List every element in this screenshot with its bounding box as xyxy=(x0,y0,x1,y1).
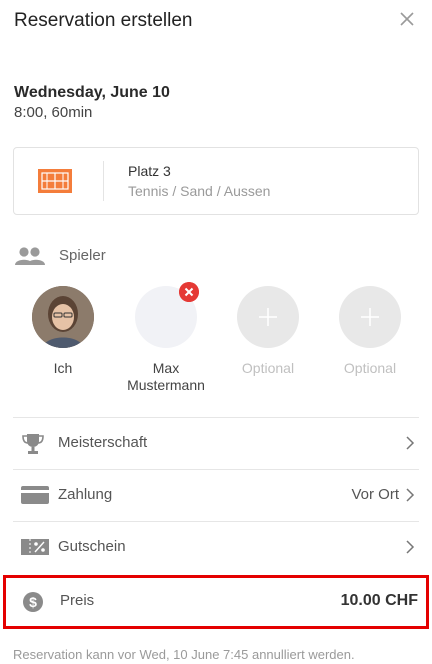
player-slot-optional[interactable]: Optional xyxy=(223,286,313,377)
players-label: Spieler xyxy=(59,247,106,264)
row-meisterschaft[interactable]: Meisterschaft xyxy=(13,417,419,469)
player-name: Ich xyxy=(53,360,73,376)
row-zahlung[interactable]: Zahlung Vor Ort xyxy=(13,469,419,521)
header: Reservation erstellen xyxy=(0,0,432,46)
player-name: Optional xyxy=(343,360,397,376)
avatar xyxy=(32,286,94,348)
player-name: Optional xyxy=(241,360,295,376)
court-icon xyxy=(38,169,72,193)
booking-datetime: Wednesday, June 10 8:00, 60min xyxy=(14,84,170,121)
people-icon xyxy=(15,247,45,265)
dollar-icon: $ xyxy=(23,592,43,612)
remove-player-icon[interactable] xyxy=(179,282,199,302)
close-icon[interactable] xyxy=(394,6,420,32)
chevron-right-icon xyxy=(406,436,415,450)
row-label: Gutschein xyxy=(58,538,126,555)
chevron-right-icon xyxy=(406,540,415,554)
svg-text:$: $ xyxy=(29,594,37,610)
avatar-photo-icon xyxy=(32,286,94,348)
payment-method-value: Vor Ort xyxy=(351,486,399,503)
row-label: Meisterschaft xyxy=(58,434,148,451)
player-name: Max Mustermann xyxy=(127,360,205,393)
add-player-button[interactable] xyxy=(237,286,299,348)
chevron-right-icon xyxy=(406,488,415,502)
court-divider xyxy=(103,161,104,201)
plus-icon xyxy=(259,308,277,326)
page-title: Reservation erstellen xyxy=(14,10,193,31)
add-player-button[interactable] xyxy=(339,286,401,348)
player-slot-me[interactable]: Ich xyxy=(18,286,108,377)
player-slot-optional[interactable]: Optional xyxy=(325,286,415,377)
court-description: Tennis / Sand / Aussen xyxy=(128,183,271,199)
cancellation-note: Reservation kann vor Wed, 10 June 7:45 a… xyxy=(13,647,355,662)
plus-icon xyxy=(361,308,379,326)
player-slot-max[interactable]: Max Mustermann xyxy=(121,282,211,394)
row-label: Zahlung xyxy=(58,486,113,503)
court-name: Platz 3 xyxy=(128,163,171,179)
voucher-icon xyxy=(21,539,49,555)
price-label: Preis xyxy=(60,592,95,609)
price-value: 10.00 CHF xyxy=(340,592,418,609)
row-gutschein[interactable]: Gutschein xyxy=(13,521,419,573)
booking-date: Wednesday, June 10 xyxy=(14,84,170,101)
court-card[interactable]: Platz 3 Tennis / Sand / Aussen xyxy=(13,147,419,215)
trophy-icon xyxy=(22,434,44,454)
card-icon xyxy=(21,486,49,504)
booking-time: 8:00, 60min xyxy=(14,104,93,121)
price-row: $ Preis 10.00 CHF xyxy=(3,575,429,629)
player-avatar-placeholder xyxy=(135,282,199,348)
